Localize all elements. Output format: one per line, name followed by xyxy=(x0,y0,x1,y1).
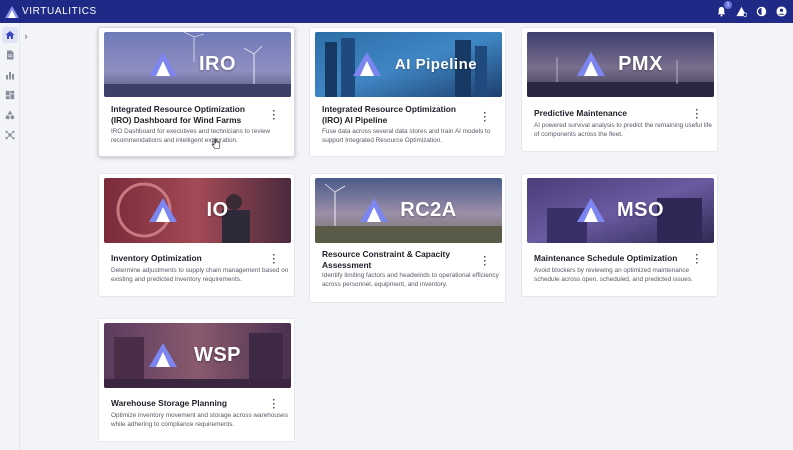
card-title: Integrated Resource Optimization (IRO) D… xyxy=(111,104,246,125)
more-options-icon[interactable]: · · · xyxy=(271,107,277,125)
card-abbreviation: IO xyxy=(206,199,229,221)
sidebar-item-models[interactable] xyxy=(2,107,18,123)
home-icon xyxy=(5,31,15,39)
top-bar: VIRTUALITICS 1 xyxy=(0,0,793,23)
card-description: Optimize inventory movement and storage … xyxy=(111,412,288,428)
more-options-icon[interactable]: · · · xyxy=(482,253,488,271)
card-description: Avoid blockers by reviewing an optimized… xyxy=(534,267,693,283)
card-title: Maintenance Schedule Optimization xyxy=(534,253,678,263)
user-account-button[interactable] xyxy=(775,6,787,18)
card-banner: IO xyxy=(104,178,291,243)
card-abbreviation: AI Pipeline xyxy=(394,56,478,73)
card-description: IRO Dashboard for executives and technic… xyxy=(111,128,271,144)
card-description: AI powered survival analysis to predict … xyxy=(534,122,712,138)
card-description: Determine adjustments to supply chain ma… xyxy=(111,267,289,283)
app-card-mso[interactable]: MSO Maintenance Schedule Optimization Av… xyxy=(521,173,718,297)
card-title: Resource Constraint & Capacity Assessmen… xyxy=(322,249,450,270)
dashboard-icon xyxy=(5,90,15,100)
card-abbreviation: IRO xyxy=(198,53,237,75)
card-title: Warehouse Storage Planning xyxy=(111,398,228,408)
theme-toggle-button[interactable] xyxy=(755,6,767,18)
alerts-button[interactable] xyxy=(735,6,747,18)
network-icon xyxy=(5,130,15,140)
brand-name: VIRTUALITICS xyxy=(22,6,97,17)
sidebar-item-dashboards[interactable] xyxy=(2,87,18,103)
more-options-icon[interactable]: · · · xyxy=(482,109,488,127)
card-description: Fuse data across several data stores and… xyxy=(322,128,491,144)
user-avatar-icon xyxy=(775,6,787,17)
notifications-button[interactable]: 1 xyxy=(715,0,732,18)
chevron-right-icon: › xyxy=(24,31,28,41)
virtualitics-logo-icon xyxy=(5,5,19,18)
sidebar-item-analytics[interactable] xyxy=(2,67,18,83)
document-icon xyxy=(7,50,14,60)
card-title: Integrated Resource Optimization (IRO) A… xyxy=(322,104,457,125)
bar-chart-icon xyxy=(6,72,14,80)
app-card-rc2a[interactable]: RC2A Resource Constraint & Capacity Asse… xyxy=(309,173,506,303)
app-card-pmx[interactable]: PMX Predictive Maintenance AI powered su… xyxy=(521,27,718,152)
app-card-iro[interactable]: IRO Integrated Resource Optimization (IR… xyxy=(98,27,295,157)
card-description: Identify limiting factors and headwinds … xyxy=(322,272,499,288)
card-banner: AI Pipeline xyxy=(315,32,502,97)
sidebar-item-home[interactable] xyxy=(2,27,18,43)
card-banner: MSO xyxy=(527,178,714,243)
card-title: Predictive Maintenance xyxy=(534,108,628,118)
app-card-io[interactable]: IO Inventory Optimization Determine adju… xyxy=(98,173,295,297)
card-abbreviation: RC2A xyxy=(400,199,457,221)
shapes-icon xyxy=(5,110,15,120)
sidebar xyxy=(0,23,20,450)
sidebar-item-documents[interactable] xyxy=(2,47,18,63)
warning-triangle-icon xyxy=(735,6,747,17)
sidebar-item-network[interactable] xyxy=(2,127,18,143)
card-banner: RC2A xyxy=(315,178,502,243)
mouse-pointer-icon xyxy=(211,138,221,149)
notification-badge: 1 xyxy=(724,0,732,9)
card-banner: PMX xyxy=(527,32,714,97)
app-card-ai-pipeline[interactable]: AI Pipeline Integrated Resource Optimiza… xyxy=(309,27,506,157)
card-abbreviation: MSO xyxy=(616,199,665,221)
contrast-icon xyxy=(756,6,766,17)
sidebar-expand-button[interactable]: › xyxy=(20,29,32,43)
card-banner: IRO xyxy=(104,32,291,97)
more-options-icon[interactable]: · · · xyxy=(271,251,277,269)
brand-logo[interactable]: VIRTUALITICS xyxy=(5,5,97,18)
more-options-icon[interactable]: · · · xyxy=(694,251,700,269)
card-title: Inventory Optimization xyxy=(111,253,202,263)
card-abbreviation: WSP xyxy=(193,344,242,366)
more-options-icon[interactable]: · · · xyxy=(271,396,277,414)
card-abbreviation: PMX xyxy=(618,53,663,75)
card-banner: WSP xyxy=(104,323,291,388)
more-options-icon[interactable]: · · · xyxy=(694,106,700,124)
app-card-wsp[interactable]: WSP Warehouse Storage Planning Optimize … xyxy=(98,318,295,442)
